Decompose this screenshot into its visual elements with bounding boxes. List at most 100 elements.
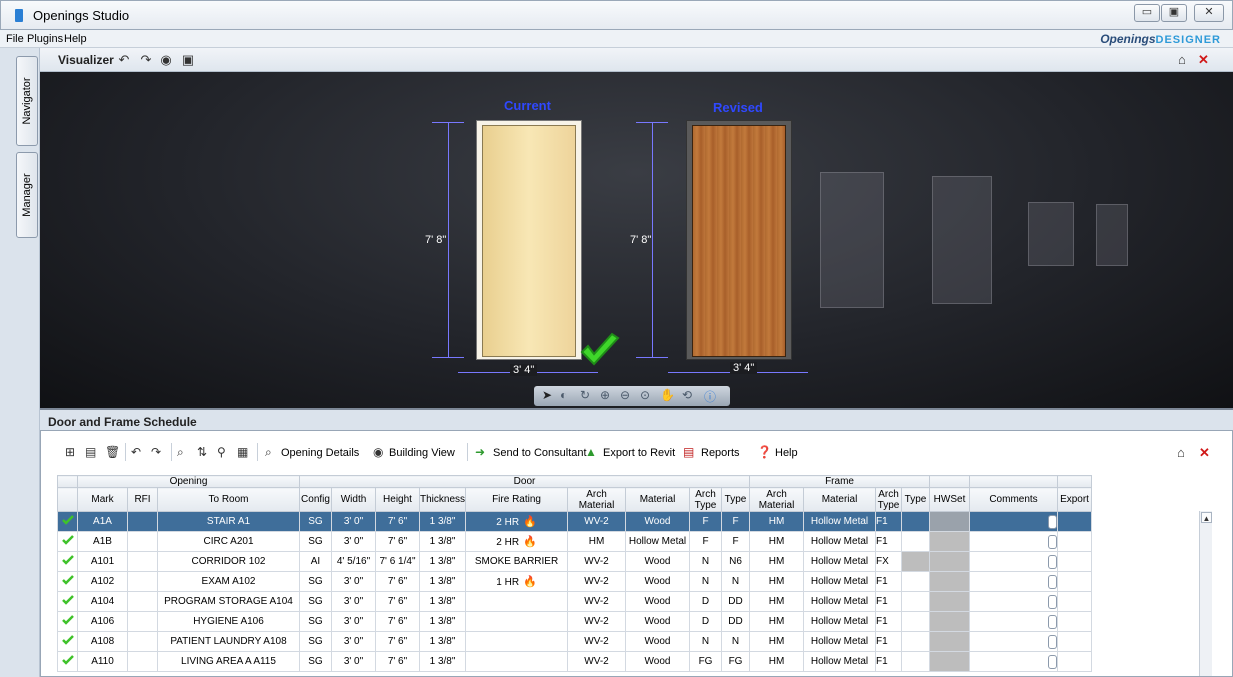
cell-config[interactable]: SG (299, 631, 332, 652)
cell-thickness[interactable]: 1 3/8" (418, 551, 467, 572)
cell-door-type[interactable]: N6 (721, 551, 751, 572)
cell-frame-type[interactable] (901, 631, 931, 652)
menu-help[interactable]: Help (64, 33, 87, 45)
cell-frame-arch-material[interactable]: HM (749, 631, 805, 652)
cell-config[interactable]: SG (299, 531, 332, 552)
find-icon[interactable]: ⌕ (177, 445, 184, 460)
cell-frame-type[interactable] (901, 591, 931, 612)
col-hwset[interactable]: HWSet (929, 487, 971, 512)
cell-frame-arch-material[interactable]: HM (749, 531, 805, 552)
col-door-arch-material[interactable]: Arch Material (567, 487, 627, 512)
building-view-icon[interactable]: ◉ (373, 445, 383, 459)
col-door-arch-type[interactable]: Arch Type (689, 487, 723, 512)
cell-frame-type[interactable] (901, 651, 931, 672)
close-schedule-icon[interactable]: ✕ (1199, 445, 1210, 461)
cell-width[interactable]: 4' 5/16" (331, 551, 376, 572)
table-row[interactable]: A101 CORRIDOR 102 AI 4' 5/16" 7' 6 1/4" 1 3/8… (57, 551, 1093, 572)
scroll-up-button[interactable]: ▲ (1201, 512, 1212, 523)
new-record-icon[interactable]: ⊞ (65, 445, 75, 459)
table-row[interactable]: A110 LIVING AREA A A115 SG 3' 0" 7' 6" 1 3/8"… (57, 651, 1093, 672)
cell-config[interactable]: SG (299, 651, 332, 672)
cell-thickness[interactable]: 1 3/8" (418, 631, 467, 652)
cell-frame-arch-material[interactable]: HM (749, 611, 805, 632)
cell-mark[interactable]: A1B (77, 531, 128, 552)
cell-door-type[interactable]: N (721, 631, 751, 652)
col-to-room[interactable]: To Room (157, 487, 300, 512)
col-frame-material[interactable]: Material (803, 487, 877, 512)
cell-door-arch-material[interactable]: WV-2 (567, 571, 627, 592)
cell-door-material[interactable]: Wood (625, 511, 691, 532)
cell-height[interactable]: 7' 6 1/4" (375, 551, 420, 572)
col-mark[interactable]: Mark (77, 487, 128, 512)
col-export[interactable]: Export (1057, 487, 1093, 512)
cell-thickness[interactable]: 1 3/8" (418, 571, 467, 592)
cell-config[interactable]: AI (299, 551, 332, 572)
cell-to-room[interactable]: PATIENT LAUNDRY A108 (157, 631, 300, 652)
ghost-door-1[interactable] (820, 172, 884, 308)
close-window-button[interactable]: ✕ (1194, 4, 1224, 22)
cell-frame-arch-type[interactable]: F1 (875, 571, 903, 592)
menu-plugins[interactable]: Plugins (27, 33, 63, 45)
comment-icon[interactable] (1048, 554, 1057, 569)
cell-fire-rating[interactable]: 1 HR 🔥 (465, 571, 569, 592)
comment-icon[interactable] (1048, 534, 1057, 549)
cell-comments[interactable] (969, 571, 1059, 592)
cell-to-room[interactable]: PROGRAM STORAGE A104 (157, 591, 300, 612)
cell-door-material[interactable]: Hollow Metal (625, 531, 691, 552)
info-icon[interactable]: ⓘ (704, 388, 716, 405)
cell-door-type[interactable]: N (721, 571, 751, 592)
cell-door-arch-type[interactable]: D (689, 591, 723, 612)
cell-frame-arch-type[interactable]: FX (875, 551, 903, 572)
cell-mark[interactable]: A102 (77, 571, 128, 592)
cell-frame-arch-type[interactable]: F1 (875, 631, 903, 652)
cell-mark[interactable]: A108 (77, 631, 128, 652)
cell-door-type[interactable]: DD (721, 591, 751, 612)
cell-frame-material[interactable]: Hollow Metal (803, 511, 877, 532)
undo-icon[interactable]: ↶ (131, 445, 141, 459)
col-thickness[interactable]: Thickness (418, 487, 467, 512)
cell-rfi[interactable] (127, 591, 158, 612)
cell-height[interactable]: 7' 6" (375, 591, 420, 612)
cell-width[interactable]: 3' 0" (331, 631, 376, 652)
cell-door-material[interactable]: Wood (625, 651, 691, 672)
col-door-type[interactable]: Type (721, 487, 751, 512)
current-door[interactable] (482, 125, 576, 357)
comment-icon[interactable] (1048, 574, 1057, 589)
cell-width[interactable]: 3' 0" (331, 591, 376, 612)
cell-frame-material[interactable]: Hollow Metal (803, 591, 877, 612)
snapshot-icon[interactable]: ▣ (180, 52, 196, 68)
comment-icon[interactable] (1048, 654, 1057, 669)
cell-width[interactable]: 3' 0" (331, 511, 376, 532)
cell-export[interactable] (1057, 531, 1093, 552)
cell-rfi[interactable] (127, 571, 158, 592)
cell-comments[interactable] (969, 531, 1059, 552)
export-to-revit-button[interactable]: Export to Revit (603, 447, 675, 459)
maximize-button[interactable]: ▣ (1161, 4, 1187, 22)
table-row[interactable]: A104 PROGRAM STORAGE A104 SG 3' 0" 7' 6" 1 3/… (57, 591, 1093, 612)
cell-door-arch-type[interactable]: F (689, 511, 723, 532)
cell-rfi[interactable] (127, 511, 158, 532)
table-row[interactable]: A102 EXAM A102 SG 3' 0" 7' 6" 1 3/8" 1 HR 🔥 WV-2… (57, 571, 1093, 592)
cell-hwset[interactable] (929, 551, 971, 572)
cell-comments[interactable] (969, 651, 1059, 672)
cell-door-arch-type[interactable]: N (689, 551, 723, 572)
cell-to-room[interactable]: CORRIDOR 102 (157, 551, 300, 572)
cell-config[interactable]: SG (299, 591, 332, 612)
table-row[interactable]: A108 PATIENT LAUNDRY A108 SG 3' 0" 7' 6" 1 3/… (57, 631, 1093, 652)
revit-icon[interactable]: ▲ (585, 445, 597, 459)
comment-icon[interactable] (1048, 614, 1057, 629)
cell-door-material[interactable]: Wood (625, 631, 691, 652)
cell-frame-material[interactable]: Hollow Metal (803, 631, 877, 652)
tab-navigator[interactable]: Navigator (16, 56, 38, 146)
cell-fire-rating[interactable] (465, 611, 569, 632)
cell-thickness[interactable]: 1 3/8" (418, 591, 467, 612)
cell-hwset[interactable] (929, 651, 971, 672)
sort-icon[interactable]: ⇅ (197, 445, 207, 459)
cell-export[interactable] (1057, 651, 1093, 672)
cell-config[interactable]: SG (299, 611, 332, 632)
opening-details-button[interactable]: Opening Details (281, 447, 359, 459)
cell-frame-arch-type[interactable]: F1 (875, 611, 903, 632)
cell-thickness[interactable]: 1 3/8" (418, 511, 467, 532)
cell-door-material[interactable]: Wood (625, 571, 691, 592)
undo-icon[interactable]: ↶ (116, 52, 132, 68)
